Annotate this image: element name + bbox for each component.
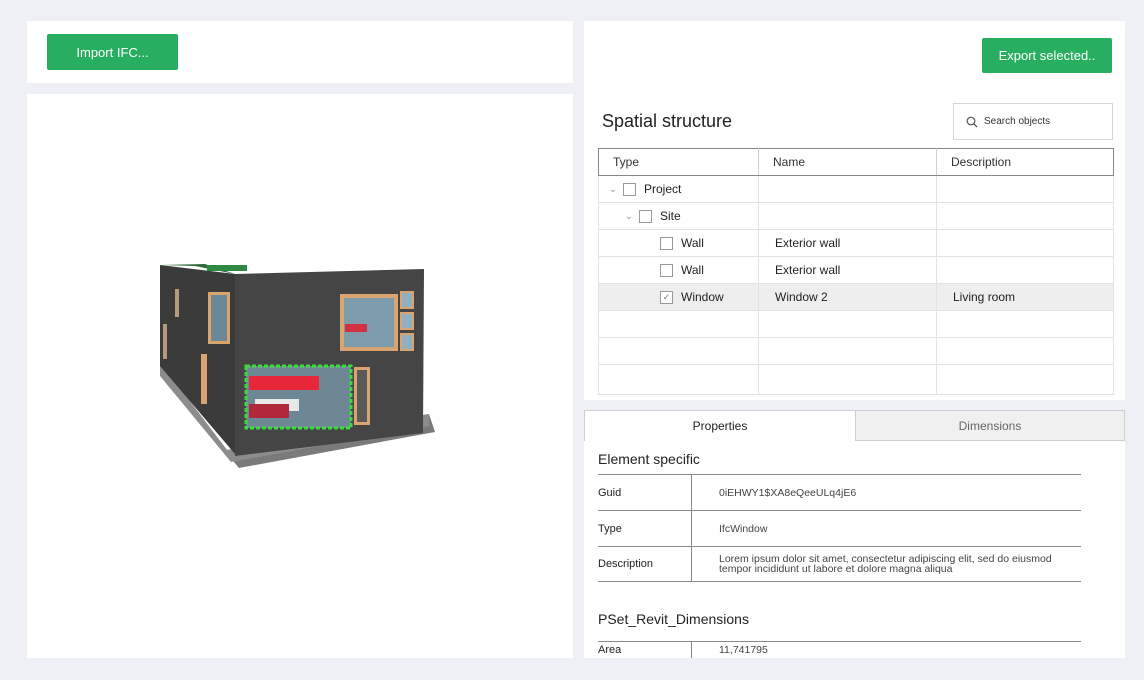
row-type: Project	[644, 182, 682, 196]
row-description	[936, 229, 1114, 257]
chevron-down-icon[interactable]: ⌄	[623, 211, 635, 222]
export-selected-button[interactable]: Export selected..	[982, 38, 1112, 73]
row-type: Wall	[681, 263, 704, 277]
chevron-down-icon[interactable]: ⌄	[607, 184, 619, 195]
property-row-type: Type IfcWindow	[598, 510, 1081, 546]
property-key: Type	[598, 511, 692, 546]
row-description: Living room	[936, 283, 1114, 311]
tab-properties[interactable]: Properties	[584, 410, 856, 441]
table-row[interactable]: ⌄ Project	[598, 175, 1114, 203]
3d-viewer[interactable]	[27, 94, 573, 658]
row-type: Window	[681, 290, 724, 304]
table-row[interactable]: ⌄ Site	[598, 202, 1114, 230]
table-row[interactable]: Wall Exterior wall	[598, 229, 1114, 257]
property-key: Area	[598, 642, 692, 658]
property-key: Guid	[598, 475, 692, 510]
row-checkbox[interactable]	[660, 236, 673, 250]
search-input[interactable]: Search objects	[953, 103, 1113, 140]
property-value: IfcWindow	[719, 522, 768, 535]
row-name	[758, 175, 937, 203]
element-specific-title: Element specific	[598, 451, 700, 467]
pset-title: PSet_Revit_Dimensions	[598, 611, 749, 627]
spatial-structure-title: Spatial structure	[602, 111, 733, 131]
empty-row	[598, 364, 1114, 395]
search-placeholder: Search objects	[984, 116, 1051, 127]
row-description	[936, 256, 1114, 284]
property-value: 0iEHWY1$XA8eQeeULq4jE6	[719, 486, 857, 499]
row-checkbox[interactable]	[639, 209, 652, 223]
empty-row	[598, 310, 1114, 338]
property-value: Lorem ipsum dolor sit amet, consectetur …	[719, 553, 1052, 575]
building-model[interactable]	[27, 94, 573, 658]
row-name: Window 2	[758, 283, 937, 311]
property-key: Description	[598, 547, 692, 581]
row-description	[936, 175, 1114, 203]
table-row[interactable]: Wall Exterior wall	[598, 256, 1114, 284]
spatial-tree-table: Type Name Description ⌄ Project ⌄ Site W…	[598, 148, 1114, 395]
row-type: Wall	[681, 236, 704, 250]
import-ifc-button[interactable]: Import IFC...	[47, 34, 178, 70]
search-icon	[966, 116, 978, 127]
row-type: Site	[660, 209, 681, 223]
property-row-guid: Guid 0iEHWY1$XA8eQeeULq4jE6	[598, 474, 1081, 510]
row-checkbox-checked[interactable]: ✓	[660, 290, 673, 304]
row-name: Exterior wall	[758, 256, 937, 284]
row-checkbox[interactable]	[623, 182, 636, 196]
row-checkbox[interactable]	[660, 263, 673, 277]
row-description	[936, 202, 1114, 230]
property-row-description: Description Lorem ipsum dolor sit amet, …	[598, 546, 1081, 582]
empty-row	[598, 337, 1114, 365]
table-header: Type Name Description	[598, 148, 1114, 176]
column-header-type[interactable]: Type	[598, 148, 759, 176]
row-name: Exterior wall	[758, 229, 937, 257]
column-header-name[interactable]: Name	[758, 148, 937, 176]
property-value: 11,741795	[719, 644, 768, 656]
import-toolbar: Import IFC...	[27, 21, 573, 83]
row-name	[758, 202, 937, 230]
column-header-description[interactable]: Description	[936, 148, 1114, 176]
table-row-selected[interactable]: ✓ Window Window 2 Living room	[598, 283, 1114, 311]
property-row-area: Area 11,741795	[598, 641, 1081, 658]
tab-dimensions[interactable]: Dimensions	[855, 410, 1125, 441]
